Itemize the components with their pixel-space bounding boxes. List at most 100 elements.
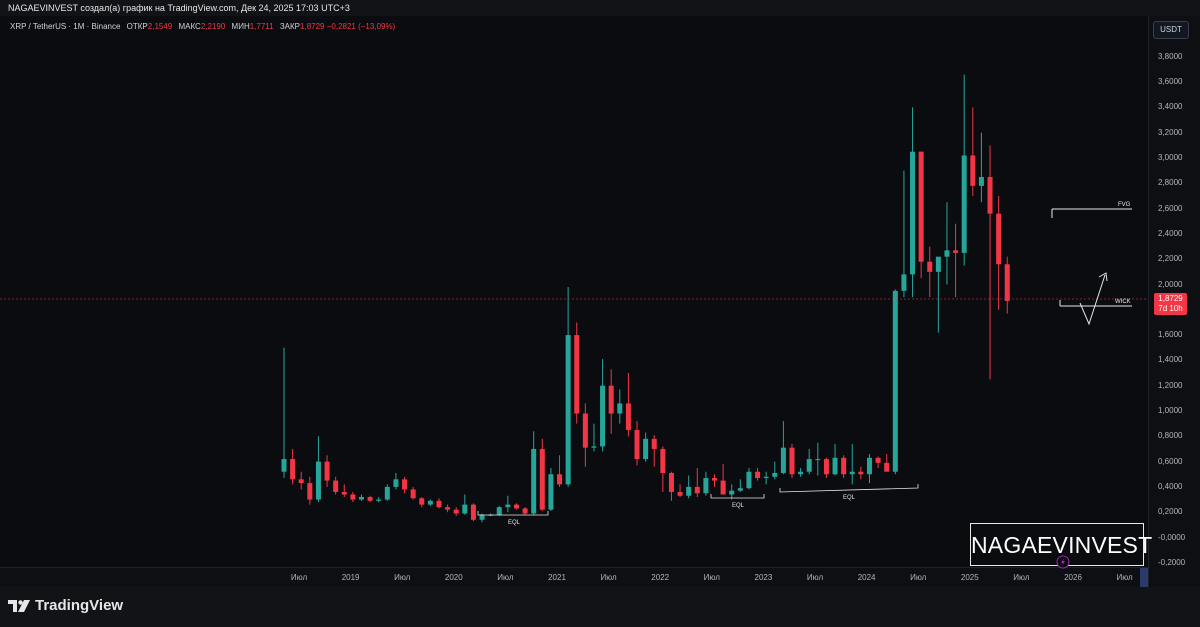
legend-low-value: 1,7711 <box>249 22 274 31</box>
time-tick-label: Июл <box>290 573 308 582</box>
candle-up <box>315 461 321 500</box>
candle-down <box>1004 264 1010 301</box>
time-tick-label: Июл <box>1116 573 1133 582</box>
candle-up <box>565 335 571 485</box>
candle-down <box>298 479 304 484</box>
candle-down <box>668 472 674 492</box>
eql-label-2: EQL <box>732 503 745 509</box>
candle-down <box>367 497 373 501</box>
candle-down <box>625 403 631 430</box>
candle-up <box>600 385 606 447</box>
candle-down <box>987 176 993 214</box>
candle-up <box>617 403 623 414</box>
price-tick-label: 2,4000 <box>1158 228 1183 238</box>
candle-down <box>341 491 347 495</box>
candle-up <box>746 471 752 489</box>
time-tick-label: 2025 <box>960 573 979 582</box>
candlestick-chart: FVG WICK EQL EQL EQL <box>0 74 1148 526</box>
legend-high-label: МАКС <box>178 22 201 31</box>
currency-button[interactable]: USDT <box>1153 21 1189 39</box>
candle-down <box>694 486 700 494</box>
price-tick-label: -0,2000 <box>1158 557 1186 567</box>
candle-down <box>574 335 580 414</box>
time-tick-label: 2019 <box>341 573 360 582</box>
candle-up <box>910 151 916 275</box>
candle-up <box>427 500 433 505</box>
time-tick-label: 2026 <box>1064 573 1082 582</box>
candle-up <box>703 478 709 494</box>
candles <box>281 74 1010 523</box>
time-tick-label: Июл <box>806 573 824 582</box>
price-tick-label: 1,6000 <box>1158 330 1183 340</box>
price-tick-label: 2,6000 <box>1158 203 1183 213</box>
candle-down <box>402 479 408 490</box>
candle-down <box>755 471 761 479</box>
candle-up <box>737 488 743 491</box>
candle-up <box>393 479 399 487</box>
eql-bracket-3 <box>779 484 919 493</box>
legend-close-value: 1,8729 <box>300 22 325 31</box>
time-tick-label: Июл <box>910 573 927 582</box>
candle-up <box>866 457 872 475</box>
candle-down <box>634 429 640 460</box>
time-tick-label: Июл <box>394 573 411 582</box>
candle-up <box>281 459 287 472</box>
legend-symbol[interactable]: XRP / TetherUS · 1M · Binance <box>10 22 120 31</box>
price-tick-label: 1,2000 <box>1158 380 1183 390</box>
candle-down <box>410 489 416 499</box>
candle-up <box>358 497 364 500</box>
candle-down <box>513 504 519 509</box>
tradingview-logo[interactable]: TradingView <box>8 597 123 614</box>
candle-down <box>858 471 864 475</box>
legend-low-label: МИН <box>231 22 250 31</box>
time-tick-label: Июл <box>600 573 617 582</box>
price-tick-label: 2,2000 <box>1158 254 1183 264</box>
candle-down <box>953 250 959 253</box>
price-tick-label: 1,4000 <box>1158 355 1183 365</box>
legend-change: −0,2821 (−13,09%) <box>326 22 396 31</box>
candle-up <box>479 514 485 520</box>
lightning-icon[interactable] <box>1056 555 1070 569</box>
candle-down <box>823 459 829 475</box>
candle-up <box>832 457 838 475</box>
eql-bracket-1 <box>477 511 549 516</box>
eql-bracket-2 <box>710 494 765 499</box>
legend-high-value: 2,2190 <box>200 22 226 31</box>
candle-up <box>729 490 735 495</box>
eql-label-3: EQL <box>843 495 856 501</box>
candle-down <box>324 461 330 481</box>
candle-up <box>376 499 382 501</box>
candle-up <box>772 472 778 477</box>
tradingview-brand: TradingView <box>35 597 124 614</box>
candle-down <box>350 494 356 500</box>
wick-label: WICK <box>1115 299 1131 305</box>
candle-up <box>944 250 950 257</box>
price-tick-label: 0,2000 <box>1158 507 1183 517</box>
candle-up <box>531 448 537 514</box>
symbol-legend: XRP / TetherUS · 1M · Binance ОТКР2,1549… <box>10 22 395 31</box>
candle-up <box>961 155 967 253</box>
candle-down <box>970 155 976 186</box>
candle-up <box>901 274 907 291</box>
candle-down <box>470 504 476 520</box>
candle-up <box>643 438 649 460</box>
price-tick-label: 3,6000 <box>1158 77 1183 87</box>
time-tick-label: Июл <box>497 573 514 582</box>
legend-open-value: 2,1549 <box>147 22 173 31</box>
candle-up <box>978 176 984 186</box>
eql-label-1: EQL <box>508 520 521 526</box>
tradingview-logo-icon <box>8 599 30 612</box>
price-tick-label: 3,8000 <box>1158 51 1183 61</box>
bar-countdown: 7d 10h <box>1158 304 1183 313</box>
candle-up <box>849 471 855 475</box>
candle-down <box>539 448 545 510</box>
time-tick-label: Июл <box>703 573 720 582</box>
candle-down <box>789 447 795 475</box>
candle-up <box>815 459 821 461</box>
price-tick-label: 3,0000 <box>1158 153 1183 162</box>
price-tick-label: 1,0000 <box>1158 406 1183 415</box>
candle-down <box>307 483 313 500</box>
legend-close-label: ЗАКР <box>279 22 301 31</box>
candle-down <box>884 462 890 472</box>
candle-down <box>651 438 657 449</box>
